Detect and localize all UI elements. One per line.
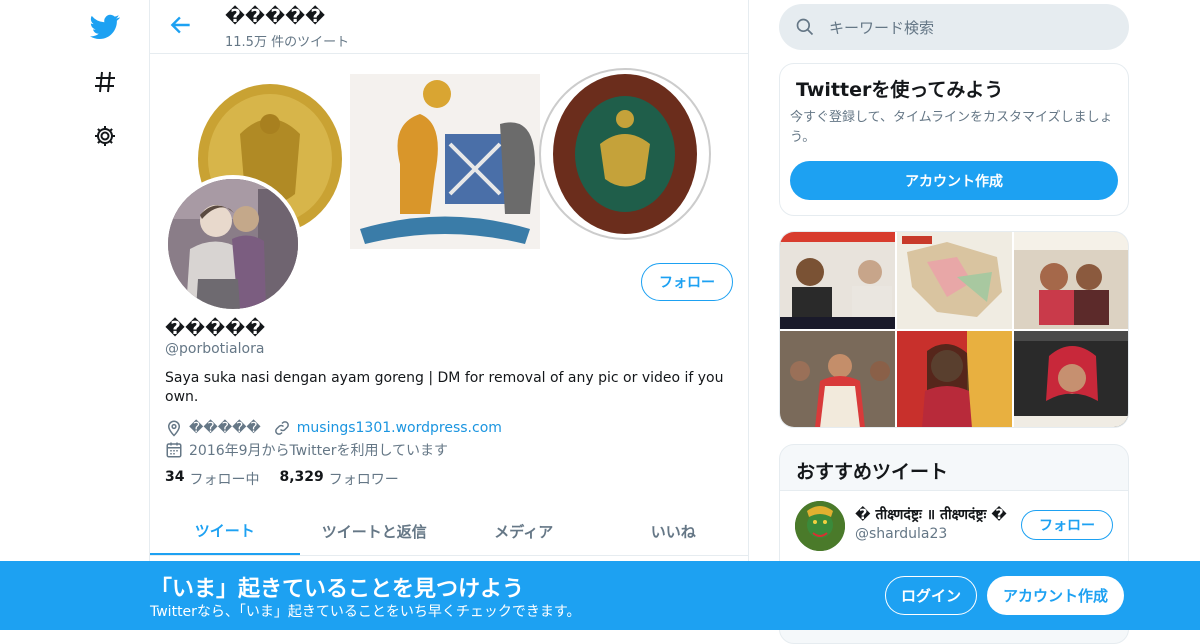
main-column: ����� 11.5万 件のツイート フォロー ����� @porbotial…	[149, 0, 749, 630]
login-button[interactable]: ログイン	[885, 576, 977, 615]
profile-stats: 34 フォロー中 8,329 フォロワー	[165, 469, 419, 489]
signup-button[interactable]: アカウント作成	[987, 576, 1124, 615]
profile-website-link[interactable]: musings1301.wordpress.com	[297, 420, 502, 436]
recommended-follow-button[interactable]: フォロー	[1021, 510, 1113, 540]
profile-handle: @porbotialora	[165, 341, 265, 357]
location-icon	[167, 420, 181, 437]
follow-button[interactable]: フォロー	[641, 263, 733, 301]
followers-label: フォロワー	[328, 472, 399, 488]
signup-card-text: 今すぐ登録して、タイムラインをカスタマイズしましょう。	[790, 110, 1113, 145]
search-icon	[796, 18, 814, 36]
followers-count: 8,329	[279, 469, 324, 485]
tab-tweets-and-replies[interactable]: ツイートと返信	[300, 507, 450, 555]
media-thumbnail[interactable]	[897, 331, 1012, 427]
recommended-user-handle: @shardula23	[855, 526, 948, 542]
bottom-bar-subtitle: Twitterなら、「いま」起きていることをいち早くチェックできます。	[150, 604, 581, 620]
signup-card: Twitterを使ってみよう 今すぐ登録して、タイムラインをカスタマイズしましょ…	[779, 63, 1129, 216]
profile-name: �����	[165, 318, 266, 339]
hashtag-icon[interactable]	[88, 65, 122, 99]
profile-bio: Saya suka nasi dengan ayam goreng | DM f…	[165, 370, 724, 405]
media-thumbnail[interactable]	[1014, 232, 1128, 329]
link-icon	[274, 421, 289, 435]
header-tweet-count: 11.5万 件のツイート	[225, 35, 350, 50]
profile-tabs: ツイート ツイートと返信 メディア いいね	[150, 507, 748, 556]
tab-media[interactable]: メディア	[449, 507, 599, 555]
tab-tweets[interactable]: ツイート	[150, 507, 300, 555]
recommended-title: おすすめツイート	[796, 461, 949, 483]
gear-icon[interactable]	[88, 119, 122, 153]
header-name: �����	[225, 6, 326, 27]
bottom-bar-title: 「いま」起きていることを見つけよう	[150, 577, 525, 602]
recommended-user-avatar[interactable]	[795, 501, 845, 551]
calendar-icon	[166, 442, 182, 458]
following-stat[interactable]: 34 フォロー中	[165, 469, 259, 489]
back-arrow-icon[interactable]	[168, 12, 194, 38]
profile-meta-row: ����� musings1301.wordpress.com	[165, 418, 502, 438]
recommended-user-name: � तीक्ष्णदंष्ट्रः ॥ तीक्ष्णदंष्ट्रः �	[855, 507, 1007, 523]
profile-header: ����� 11.5万 件のツイート	[150, 0, 748, 54]
signup-card-title: Twitterを使ってみよう	[796, 79, 1004, 101]
following-count: 34	[165, 469, 185, 485]
media-grid	[779, 231, 1129, 428]
media-thumbnail[interactable]	[1014, 331, 1128, 427]
create-account-button[interactable]: アカウント作成	[790, 161, 1118, 200]
following-label: フォロー中	[189, 472, 260, 488]
recommended-user-row[interactable]: � तीक्ष्णदंष्ट्रः ॥ तीक्ष्णदंष्ट्रः � @s…	[780, 490, 1128, 570]
followers-stat[interactable]: 8,329 フォロワー	[279, 469, 398, 489]
media-thumbnail[interactable]	[780, 232, 895, 329]
media-thumbnail[interactable]	[780, 331, 895, 427]
profile-joined-row: 2016年9月からTwitterを利用しています	[165, 440, 448, 460]
tab-likes[interactable]: いいね	[599, 507, 749, 555]
media-thumbnail[interactable]	[897, 232, 1012, 329]
profile-joined-date: 2016年9月からTwitterを利用しています	[189, 443, 449, 459]
twitter-logo-icon[interactable]	[88, 10, 122, 44]
search-box[interactable]: キーワード検索	[779, 4, 1129, 50]
avatar-image	[168, 179, 298, 309]
profile-location: �����	[189, 420, 261, 436]
left-nav	[0, 0, 150, 630]
bottom-signup-bar: 「いま」起きていることを見つけよう Twitterなら、「いま」起きていることを…	[0, 561, 1200, 630]
profile-avatar[interactable]	[164, 175, 302, 313]
search-placeholder: キーワード検索	[829, 18, 935, 37]
